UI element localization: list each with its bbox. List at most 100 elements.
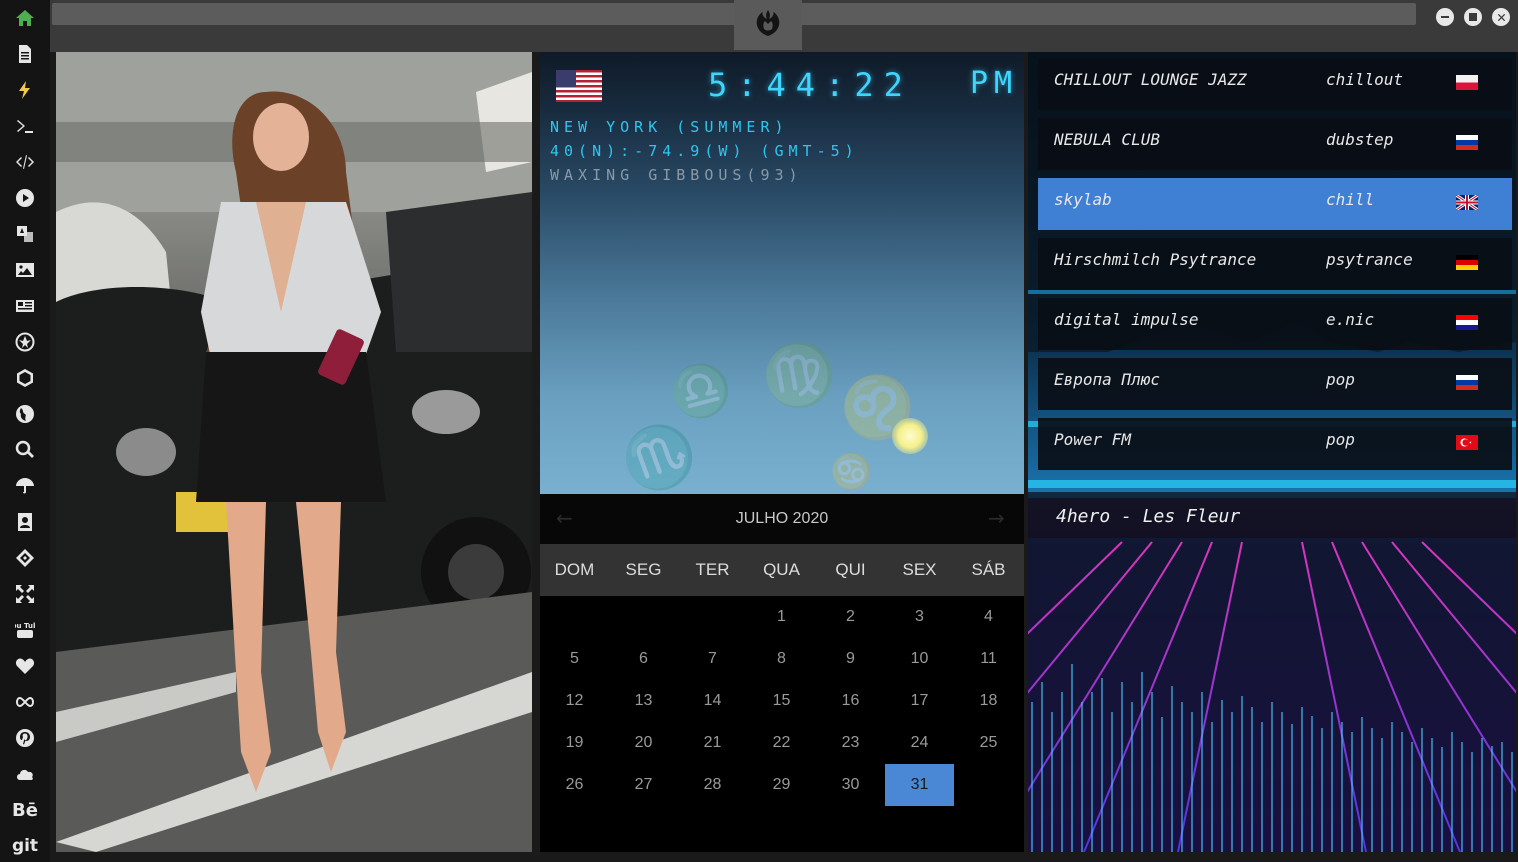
youtube-icon[interactable]: You Tube [13, 618, 37, 642]
news-icon[interactable] [13, 294, 37, 318]
calendar-day[interactable]: 29 [747, 764, 816, 806]
calendar-day[interactable]: 26 [540, 764, 609, 806]
radio-station-item[interactable]: Hirschmilch Psytrance psytrance [1038, 238, 1512, 290]
play-icon[interactable] [13, 186, 37, 210]
calendar-grid: 1 2 3 4 5 6 7 8 9 10 11 12 13 14 15 16 1… [540, 596, 1024, 806]
calendar-week: 1 2 3 4 [540, 596, 1024, 638]
turkey-flag-icon [1456, 435, 1478, 450]
clock-time: 5:44:22 [708, 66, 913, 104]
calendar-day[interactable]: 5 [540, 638, 609, 680]
calendar-day[interactable]: 9 [816, 638, 885, 680]
station-genre: chillout [1326, 70, 1404, 89]
minimize-button[interactable] [1436, 8, 1454, 26]
station-name: digital impulse [1054, 310, 1199, 329]
close-button[interactable] [1492, 8, 1510, 26]
calendar-day [540, 596, 609, 638]
calendar-header: JULHO 2020 ← → [540, 494, 1024, 544]
expand-icon[interactable] [13, 582, 37, 606]
calendar-day[interactable]: 30 [816, 764, 885, 806]
umbrella-icon[interactable] [13, 474, 37, 498]
weekday-label: SEX [902, 560, 937, 579]
cloud-icon[interactable] [13, 762, 37, 786]
calendar-day[interactable]: 2 [816, 596, 885, 638]
terminal-icon[interactable] [13, 114, 37, 138]
weekday-label: SEG [625, 560, 662, 579]
calendar-day[interactable]: 21 [678, 722, 747, 764]
station-name: Power FM [1054, 430, 1132, 449]
calendar-week: 12 13 14 15 16 17 18 [540, 680, 1024, 722]
station-name: NEBULA CLUB [1054, 130, 1160, 149]
calendar-day[interactable]: 22 [747, 722, 816, 764]
now-playing-title: 4hero - Les Fleur [1056, 506, 1241, 527]
calendar-day[interactable]: 11 [954, 638, 1023, 680]
behance-icon[interactable]: Bē [12, 798, 38, 822]
calendar-day[interactable]: 27 [609, 764, 678, 806]
radio-station-item[interactable]: Power FM pop [1038, 418, 1512, 470]
croatia-flag-icon [1456, 315, 1478, 330]
calendar-day[interactable]: 15 [747, 680, 816, 722]
maximize-button[interactable] [1464, 8, 1482, 26]
calendar-day [678, 596, 747, 638]
pinterest-icon[interactable] [13, 726, 37, 750]
calendar-widget: JULHO 2020 ← → DOM SEG TER QUA QUI SEX S… [540, 494, 1024, 852]
radio-station-item[interactable]: NEBULA CLUB dubstep [1038, 118, 1512, 170]
calendar-day[interactable]: 28 [678, 764, 747, 806]
calendar-day[interactable]: 24 [885, 722, 954, 764]
station-genre: dubstep [1326, 130, 1394, 149]
calendar-day[interactable]: 17 [885, 680, 954, 722]
calendar-day[interactable]: 8 [747, 638, 816, 680]
active-tab[interactable] [734, 0, 802, 52]
radio-station-item-selected[interactable]: skylab chill [1038, 178, 1512, 230]
station-name: CHILLOUT LOUNGE JAZZ [1054, 70, 1247, 89]
calendar-day[interactable]: 13 [609, 680, 678, 722]
calendar-day [954, 764, 1023, 806]
calendar-day[interactable]: 12 [540, 680, 609, 722]
calendar-day[interactable]: 23 [816, 722, 885, 764]
weekday-label: TER [695, 560, 730, 579]
desktop: You Tube Bē git [0, 0, 1518, 862]
codepen-icon[interactable] [13, 546, 37, 570]
calendar-day[interactable]: 7 [678, 638, 747, 680]
calendar-day[interactable]: 14 [678, 680, 747, 722]
search-icon[interactable] [13, 438, 37, 462]
street-photo-image [56, 52, 532, 852]
weekday-label: DOM [554, 560, 595, 579]
calendar-day[interactable]: 19 [540, 722, 609, 764]
radio-station-item[interactable]: CHILLOUT LOUNGE JAZZ chillout [1038, 58, 1512, 110]
calendar-day-today[interactable]: 31 [885, 764, 954, 806]
calendar-next-button[interactable]: → [988, 506, 1005, 530]
moon-phase: WAXING GIBBOUS(93) [550, 166, 803, 184]
git-icon[interactable]: git [12, 834, 38, 858]
calendar-day[interactable]: 10 [885, 638, 954, 680]
calendar-day[interactable]: 6 [609, 638, 678, 680]
code-icon[interactable] [13, 150, 37, 174]
contact-icon[interactable] [13, 510, 37, 534]
calendar-day[interactable]: 1 [747, 596, 816, 638]
heart-icon[interactable] [13, 654, 37, 678]
radio-station-item[interactable]: digital impulse e.nic [1038, 298, 1512, 350]
globe-icon[interactable] [13, 402, 37, 426]
calendar-day[interactable]: 4 [954, 596, 1023, 638]
hexagon-icon[interactable] [13, 366, 37, 390]
calendar-day[interactable]: 20 [609, 722, 678, 764]
calendar-day[interactable]: 18 [954, 680, 1023, 722]
russia-flag-icon [1456, 375, 1478, 390]
calendar-prev-button[interactable]: ← [556, 506, 573, 530]
rebel-icon[interactable] [13, 330, 37, 354]
russia-flag-icon [1456, 135, 1478, 150]
clock-location: NEW YORK (SUMMER) [550, 118, 789, 136]
home-icon[interactable] [13, 6, 37, 30]
radio-station-item[interactable]: Европа Плюс pop [1038, 358, 1512, 410]
translate-icon[interactable] [13, 222, 37, 246]
infinity-icon[interactable] [13, 690, 37, 714]
calendar-day[interactable]: 3 [885, 596, 954, 638]
image-icon[interactable] [13, 258, 37, 282]
calendar-day[interactable]: 25 [954, 722, 1023, 764]
calendar-day[interactable]: 16 [816, 680, 885, 722]
station-genre: psytrance [1326, 250, 1413, 269]
station-name: skylab [1054, 190, 1112, 209]
lightning-icon[interactable] [13, 78, 37, 102]
clock-coordinates: 40(N):-74.9(W) (GMT-5) [550, 142, 859, 160]
calendar-month: JULHO 2020 [735, 510, 829, 527]
document-icon[interactable] [13, 42, 37, 66]
